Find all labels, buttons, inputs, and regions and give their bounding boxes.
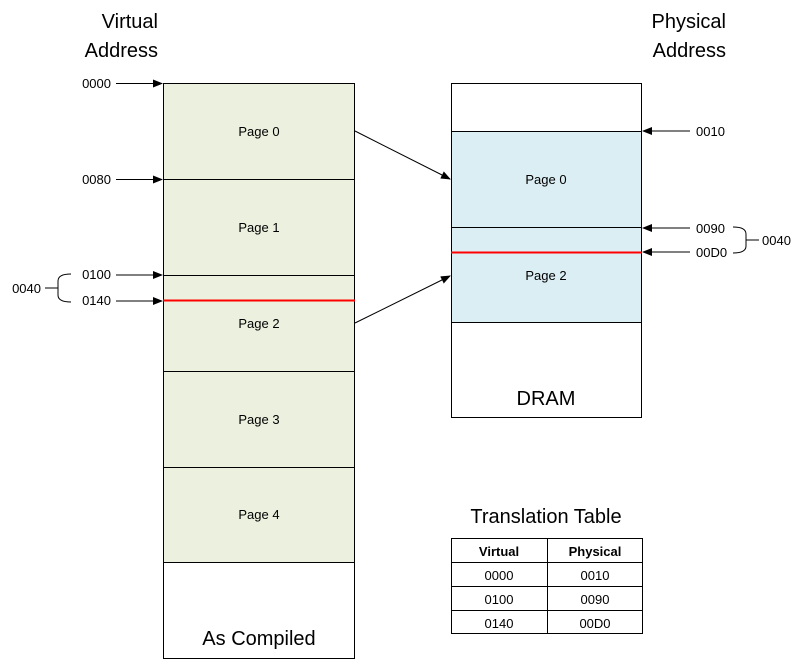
vaddr-0080: 0080 bbox=[82, 172, 111, 187]
virtual-caption: As Compiled bbox=[202, 628, 315, 650]
physical-page-0: Page 0 bbox=[525, 172, 566, 187]
table-cell: 00D0 bbox=[579, 616, 610, 631]
paddr-0090: 0090 bbox=[696, 221, 725, 236]
table-cell: 0090 bbox=[581, 592, 610, 607]
table-cell: 0140 bbox=[485, 616, 514, 631]
physical-title-line2: Address bbox=[653, 40, 726, 62]
diagram-svg: Virtual Address Physical Address Page 0 … bbox=[12, 11, 791, 659]
physical-page-2: Page 2 bbox=[525, 268, 566, 283]
dram-caption: DRAM bbox=[517, 388, 576, 410]
vaddr-0100: 0100 bbox=[82, 267, 111, 282]
virtual-page-0: Page 0 bbox=[238, 124, 279, 139]
vaddr-0000: 0000 bbox=[82, 76, 111, 91]
physical-title-line1: Physical bbox=[652, 11, 726, 33]
virtual-offset-label: 0040 bbox=[12, 281, 41, 296]
virtual-page-1: Page 1 bbox=[238, 220, 279, 235]
mapping-arrow-page2 bbox=[354, 275, 451, 324]
virtual-title-line1: Virtual bbox=[102, 11, 158, 33]
paddr-0010: 0010 bbox=[696, 124, 725, 139]
memory-mapping-diagram: Virtual Address Physical Address Page 0 … bbox=[0, 0, 803, 665]
translation-table: Translation Table Virtual Physical 0000 … bbox=[451, 506, 643, 634]
paddr-00D0: 00D0 bbox=[696, 245, 727, 260]
virtual-page-3: Page 3 bbox=[238, 412, 279, 427]
mapping-arrow-page0 bbox=[354, 130, 451, 180]
virtual-page-4: Page 4 bbox=[238, 507, 279, 522]
virtual-title-line2: Address bbox=[85, 40, 158, 62]
physical-offset-label: 0040 bbox=[762, 233, 791, 248]
table-title: Translation Table bbox=[470, 506, 621, 528]
vaddr-0140: 0140 bbox=[82, 293, 111, 308]
dram-block: Page 0 Page 2 DRAM bbox=[451, 83, 642, 418]
table-cell: 0000 bbox=[485, 568, 514, 583]
table-header-virtual: Virtual bbox=[479, 544, 519, 559]
table-cell: 0010 bbox=[581, 568, 610, 583]
table-cell: 0100 bbox=[485, 592, 514, 607]
brace-icon bbox=[57, 273, 72, 303]
virtual-memory-block: Page 0 Page 1 Page 2 Page 3 Page 4 As Co… bbox=[163, 83, 355, 659]
virtual-page-2: Page 2 bbox=[238, 316, 279, 331]
brace-icon bbox=[732, 226, 747, 254]
table-header-physical: Physical bbox=[569, 544, 622, 559]
